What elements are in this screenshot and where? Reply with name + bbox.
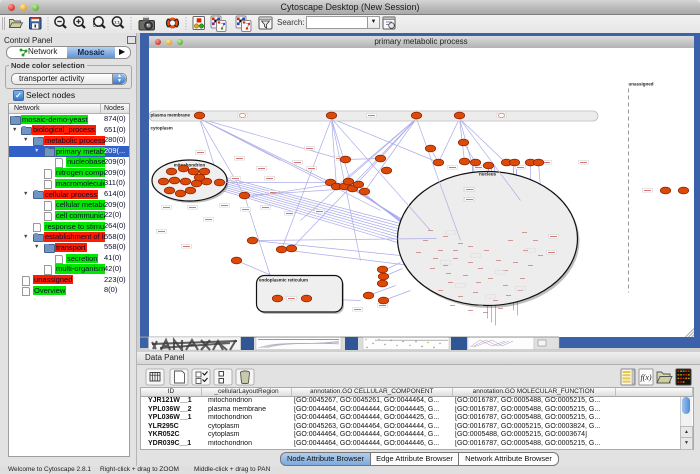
svg-text:nucleus: nucleus bbox=[478, 171, 496, 176]
svg-text:unassigned: unassigned bbox=[628, 81, 653, 86]
svg-text:mitochondrion: mitochondrion bbox=[173, 162, 205, 167]
svg-text:f(x): f(x) bbox=[640, 373, 651, 382]
svg-text:plasma membrane: plasma membrane bbox=[150, 112, 190, 117]
svg-text:cytoplasm: cytoplasm bbox=[150, 125, 172, 130]
svg-text:endoplasmic reticulum: endoplasmic reticulum bbox=[259, 277, 308, 282]
svg-text:1:1: 1:1 bbox=[114, 20, 121, 25]
